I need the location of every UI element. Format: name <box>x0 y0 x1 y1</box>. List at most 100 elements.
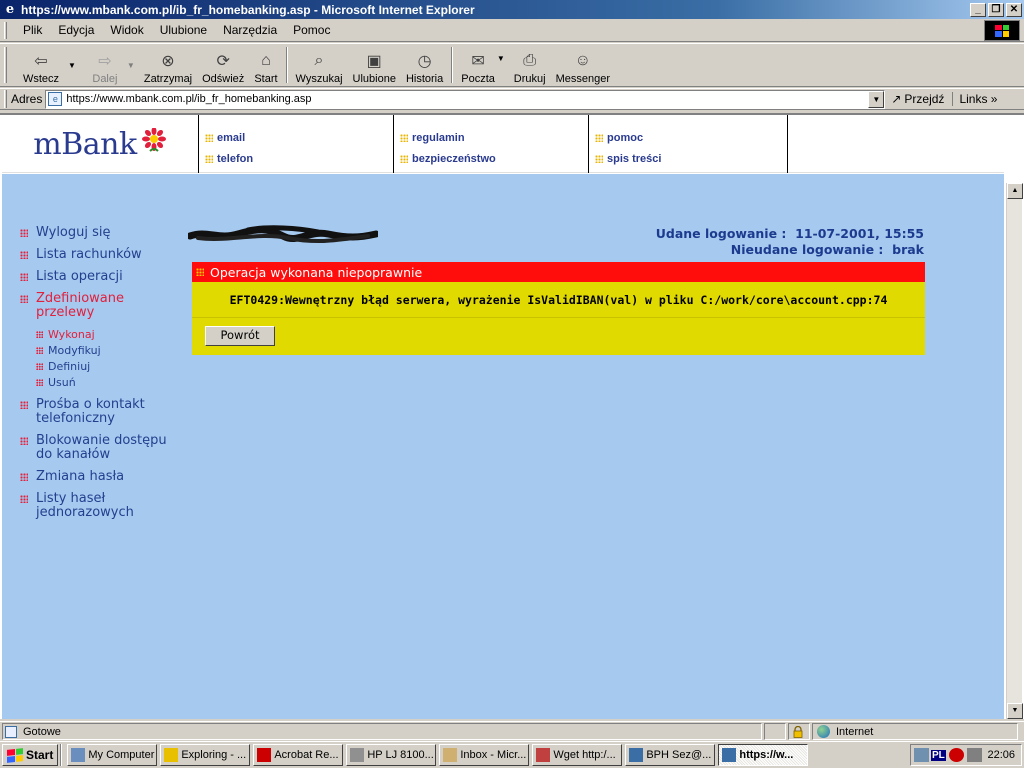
subnav-label: Definiuj <box>48 359 91 373</box>
search-button[interactable]: ⌕ Wyszukaj <box>291 45 348 85</box>
subnav-label: Usuń <box>48 375 76 389</box>
menu-file[interactable]: Plik <box>15 23 50 37</box>
header-link-regulamin[interactable]: regulamin <box>400 127 588 148</box>
nav-phone-contact[interactable]: Prośba o kontakt telefoniczny <box>18 398 178 426</box>
nav-accounts[interactable]: Lista rachunków <box>18 248 178 262</box>
header-link-email[interactable]: email <box>205 127 393 148</box>
header-link-label: telefon <box>217 152 254 165</box>
internet-globe-icon <box>817 725 830 738</box>
history-clock-icon: ◷ <box>417 53 432 70</box>
task-exploring[interactable]: Exploring - ... <box>160 744 251 766</box>
nav-otp-lists[interactable]: Listy haseł jednorazowych <box>18 492 178 520</box>
task-my-computer[interactable]: My Computer <box>67 744 158 766</box>
address-input[interactable]: e https://www.mbank.com.pl/ib_fr_homeban… <box>45 89 886 109</box>
nav-operations[interactable]: Lista operacji <box>18 270 178 284</box>
nav-logout[interactable]: Wyloguj się <box>18 226 178 240</box>
maximize-button[interactable]: ❐ <box>988 2 1004 17</box>
scroll-up-icon[interactable]: ▲ <box>1007 183 1023 199</box>
bullet-icon <box>205 133 213 142</box>
scroll-down-icon[interactable]: ▼ <box>1007 703 1023 719</box>
task-inbox[interactable]: Inbox - Micr... <box>439 744 530 766</box>
mbank-logo[interactable]: mBank <box>2 115 198 173</box>
window-title-bar[interactable]: e https://www.mbank.com.pl/ib_fr_homeban… <box>0 0 1024 19</box>
history-label: Historia <box>405 73 444 85</box>
clock[interactable]: 22:06 <box>987 749 1015 761</box>
ie-icon: e <box>5 2 15 17</box>
address-dropdown-icon[interactable]: ▼ <box>868 90 885 108</box>
task-wget[interactable]: Wget http:/... <box>532 744 623 766</box>
header-link-spis-tresci[interactable]: spis treści <box>595 148 787 169</box>
go-button[interactable]: ↗ Przejdź <box>891 92 944 106</box>
volume-icon[interactable] <box>966 748 982 762</box>
links-label: Links <box>959 92 988 106</box>
history-button[interactable]: ◷ Historia <box>401 45 448 85</box>
sub-bullet-icon <box>36 362 43 370</box>
subnav-define[interactable]: Definiuj <box>36 358 178 374</box>
start-button[interactable]: Start <box>2 744 59 766</box>
menu-view[interactable]: Widok <box>102 23 151 37</box>
task-label: BPH Sez@... <box>646 749 712 761</box>
stop-label: Zatrzymaj <box>143 73 193 85</box>
address-url[interactable]: https://www.mbank.com.pl/ib_fr_homebanki… <box>66 93 868 105</box>
search-icon: ⌕ <box>314 52 324 69</box>
side-navigation: Wyloguj się Lista rachunków Lista operac… <box>18 226 178 528</box>
minimize-button[interactable]: _ <box>970 2 986 17</box>
task-bph[interactable]: BPH Sez@... <box>625 744 716 766</box>
home-button[interactable]: ⌂ Start <box>249 45 282 85</box>
subnav-modify[interactable]: Modyfikuj <box>36 342 178 358</box>
messenger-button[interactable]: ☺ Messenger <box>551 45 615 85</box>
menu-help[interactable]: Pomoc <box>285 23 338 37</box>
nav-block-access[interactable]: Blokowanie dostępu do kanałów <box>18 434 178 462</box>
links-button[interactable]: Links » <box>952 92 997 106</box>
print-button[interactable]: ⎙ Drukuj <box>509 45 551 85</box>
window-title: https://www.mbank.com.pl/ib_fr_homebanki… <box>21 2 475 17</box>
bullet-icon <box>20 401 28 409</box>
task-label: Acrobat Re... <box>274 749 339 761</box>
bullet-icon <box>595 133 603 142</box>
vertical-scrollbar[interactable]: ▲ ▼ <box>1006 183 1023 719</box>
menu-grip[interactable] <box>4 21 7 39</box>
page-content: Wyloguj się Lista rachunków Lista operac… <box>2 174 1004 719</box>
header-link-pomoc[interactable]: pomoc <box>595 127 787 148</box>
mail-dropdown-icon[interactable]: ▼ <box>497 54 505 63</box>
back-button[interactable]: ⇦ Wstecz <box>11 45 71 85</box>
nav-label: Zmiana hasła <box>36 469 125 484</box>
favorites-button[interactable]: ▣ Ulubione <box>348 45 401 85</box>
nav-defined-transfers[interactable]: Zdefiniowane przelewy <box>18 292 178 320</box>
address-grip[interactable] <box>4 90 7 108</box>
taskbar: Start My Computer Exploring - ... Acroba… <box>0 741 1024 768</box>
language-indicator[interactable]: PL <box>931 749 946 761</box>
task-label: Exploring - ... <box>181 749 247 761</box>
task-hp-lj[interactable]: HP LJ 8100... <box>346 744 437 766</box>
back-dropdown-icon[interactable]: ▼ <box>68 61 76 70</box>
search-label: Wyszukaj <box>295 73 343 85</box>
menu-tools[interactable]: Narzędzia <box>215 23 285 37</box>
antivirus-icon[interactable] <box>948 748 964 762</box>
header-link-bezpieczenstwo[interactable]: bezpieczeństwo <box>400 148 588 169</box>
close-button[interactable]: ✕ <box>1006 2 1022 17</box>
forward-button[interactable]: ⇨ Dalej <box>80 45 130 85</box>
mail-button[interactable]: ✉ Poczta <box>456 45 500 85</box>
header-link-label: spis treści <box>607 152 662 165</box>
forward-dropdown-icon[interactable]: ▼ <box>127 61 135 70</box>
network-icon[interactable] <box>914 748 929 762</box>
task-acrobat[interactable]: Acrobat Re... <box>253 744 344 766</box>
nav-change-password[interactable]: Zmiana hasła <box>18 470 178 484</box>
back-return-button[interactable]: Powrót <box>205 326 275 346</box>
stop-button[interactable]: ⊗ Zatrzymaj <box>139 45 197 85</box>
nav-label: Prośba o kontakt telefoniczny <box>36 397 145 426</box>
back-arrow-icon: ⇦ <box>34 53 48 70</box>
browser-viewport: mBank email telefon regulamin bezpieczeń… <box>0 113 1024 719</box>
subnav-execute[interactable]: Wykonaj <box>36 326 178 342</box>
refresh-button[interactable]: ⟳ Odśwież <box>197 45 249 85</box>
login-info: Udane logowanie : 11-07-2001, 15:55 Nieu… <box>656 226 924 258</box>
menu-favorites[interactable]: Ulubione <box>152 23 215 37</box>
status-cell-lock <box>788 723 810 740</box>
header-link-label: pomoc <box>607 131 644 144</box>
menu-edit[interactable]: Edycja <box>50 23 102 37</box>
header-link-telefon[interactable]: telefon <box>205 148 393 169</box>
task-mbank-active[interactable]: https://w... <box>718 744 809 766</box>
subnav-label: Wykonaj <box>48 327 95 341</box>
subnav-delete[interactable]: Usuń <box>36 374 178 390</box>
toolbar-grip[interactable] <box>4 47 7 83</box>
